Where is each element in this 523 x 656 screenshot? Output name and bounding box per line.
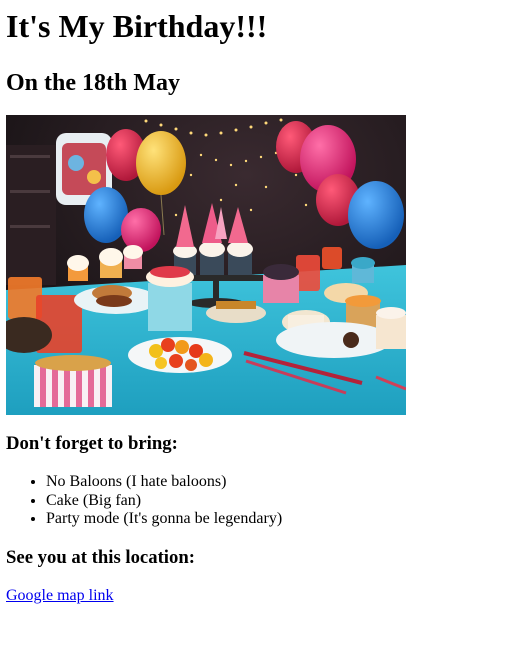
bring-heading: Don't forget to bring: — [6, 433, 178, 454]
page-content: It's My Birthday!!! On the 18th May Don'… — [0, 7, 523, 605]
google-map-link[interactable]: Google map link — [6, 587, 114, 604]
list-item: Cake (Big fan) — [46, 492, 517, 511]
page-title: It's My Birthday!!! — [6, 8, 268, 44]
location-heading: See you at this location: — [6, 546, 195, 568]
list-item: Party mode (It's gonna be legendary) — [46, 510, 517, 529]
bring-list: No Baloons (I hate baloons) Cake (Big fa… — [6, 473, 517, 529]
birthday-party-image — [6, 115, 406, 415]
list-item: No Baloons (I hate baloons) — [46, 473, 517, 492]
map-link-row: Google map link — [6, 587, 517, 605]
date-heading: On the 18th May — [6, 70, 180, 96]
